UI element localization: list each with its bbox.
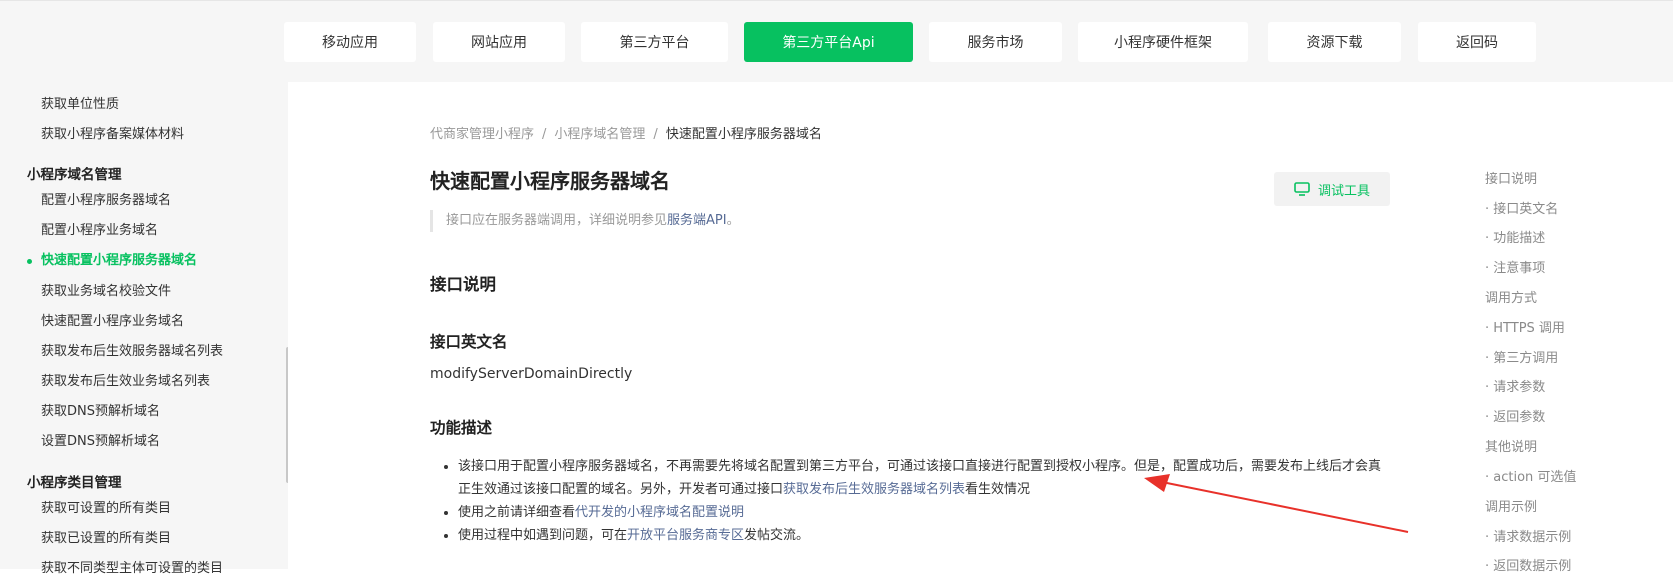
bullet-text: 使用之前请详细查看 [458,505,576,520]
toc-item[interactable]: · 接口英文名 [1485,198,1558,217]
sidebar-item[interactable]: 获取小程序备案媒体材料 [41,123,184,142]
toc-item[interactable]: · 返回参数 [1485,406,1545,425]
toc-item[interactable]: · 功能描述 [1485,227,1545,246]
server-side-notice: 接口应在服务器端调用，详细说明参见服务端API。 [430,210,740,232]
toc-item[interactable]: 接口说明 [1485,168,1537,187]
sidebar-item[interactable]: 配置小程序服务器域名 [41,189,171,208]
toc-item[interactable]: · action 可选值 [1485,466,1576,485]
sidebar-item[interactable]: 获取已设置的所有类目 [41,527,171,546]
page-title: 快速配置小程序服务器域名 [430,169,670,193]
nav-tab-third-party-api[interactable]: 第三方平台Api [744,22,913,62]
monitor-icon [1294,182,1310,196]
notice-suffix: 。 [726,213,740,228]
nav-tab-resource-download[interactable]: 资源下载 [1268,22,1401,62]
nav-tab-hardware-framework[interactable]: 小程序硬件框架 [1078,22,1248,62]
toc-item[interactable]: 其他说明 [1485,436,1537,455]
sidebar-item[interactable]: 获取DNS预解析域名 [41,400,160,419]
toc-item[interactable]: · 返回数据示例 [1485,555,1571,574]
breadcrumb: 代商家管理小程序 / 小程序域名管理 / 快速配置小程序服务器域名 [430,123,822,142]
breadcrumb-current: 快速配置小程序服务器域名 [665,127,822,142]
list-item: 使用过程中如遇到问题，可在开放平台服务商专区发帖交流。 [458,524,1390,547]
sidebar-group-domain-management[interactable]: 小程序域名管理 [27,163,122,183]
toc-item[interactable]: · 注意事项 [1485,257,1545,276]
sidebar-item[interactable]: 设置DNS预解析域名 [41,430,160,449]
sidebar-item[interactable]: 快速配置小程序业务域名 [41,310,184,329]
section-heading-english-name: 接口英文名 [430,333,508,351]
api-english-name: modifyServerDomainDirectly [430,366,633,382]
sidebar-scrollbar[interactable] [286,347,288,483]
sidebar-item[interactable]: 获取发布后生效业务域名列表 [41,370,210,389]
breadcrumb-separator: / [653,127,658,142]
notice-text: 接口应在服务器端调用，详细说明参见 [446,213,668,228]
sidebar-item[interactable]: 获取不同类型主体可设置的类目 [41,557,223,576]
server-api-link[interactable]: 服务端API [667,213,727,228]
bullet-text: 使用过程中如遇到问题，可在 [458,528,628,543]
toc-item[interactable]: · 请求参数 [1485,376,1545,395]
domain-config-doc-link[interactable]: 代开发的小程序域名配置说明 [575,505,744,520]
sidebar-item[interactable]: 获取发布后生效服务器域名列表 [41,340,223,359]
top-nav-bar: 移动应用 网站应用 第三方平台 第三方平台Api 服务市场 小程序硬件框架 资源… [0,0,1673,82]
toc-item[interactable]: 调用方式 [1485,287,1537,306]
nav-tab-return-codes[interactable]: 返回码 [1418,22,1536,62]
section-heading-interface: 接口说明 [430,275,496,294]
breadcrumb-separator: / [542,127,547,142]
breadcrumb-link[interactable]: 代商家管理小程序 [430,127,534,142]
sidebar-item[interactable]: 获取单位性质 [41,93,119,112]
bullet-text: 看生效情况 [965,482,1031,497]
function-description-list: 该接口用于配置小程序服务器域名，不再需要先将域名配置到第三方平台，可通过该接口直… [430,455,1390,547]
toc-item[interactable]: · 请求数据示例 [1485,526,1571,545]
section-heading-function: 功能描述 [430,419,493,437]
list-item: 使用之前请详细查看代开发的小程序域名配置说明 [458,501,1390,524]
domain-list-link[interactable]: 获取发布后生效服务器域名列表 [783,482,965,497]
sidebar-item[interactable]: 配置小程序业务域名 [41,219,158,238]
nav-tab-mobile-apps[interactable]: 移动应用 [284,22,416,62]
bullet-text: 发帖交流。 [744,528,810,543]
sidebar-item-active[interactable]: 快速配置小程序服务器域名 [41,249,197,268]
nav-tab-website-apps[interactable]: 网站应用 [433,22,565,62]
toc-item[interactable]: · HTTPS 调用 [1485,317,1565,336]
nav-tab-service-market[interactable]: 服务市场 [929,22,1062,62]
sidebar-item[interactable]: 获取可设置的所有类目 [41,497,171,516]
sidebar-group-category-management[interactable]: 小程序类目管理 [27,471,122,491]
toc-item[interactable]: 调用示例 [1485,496,1537,515]
provider-forum-link[interactable]: 开放平台服务商专区 [627,528,744,543]
sidebar-item[interactable]: 获取业务域名校验文件 [41,280,171,299]
nav-tab-third-party-platform[interactable]: 第三方平台 [581,22,728,62]
list-item: 该接口用于配置小程序服务器域名，不再需要先将域名配置到第三方平台，可通过该接口直… [458,455,1390,501]
breadcrumb-link[interactable]: 小程序域名管理 [554,127,645,142]
toc-item[interactable]: · 第三方调用 [1485,347,1558,366]
debug-tool-button[interactable]: 调试工具 [1274,172,1390,206]
active-item-dot [27,259,32,264]
debug-tool-label: 调试工具 [1317,183,1370,199]
